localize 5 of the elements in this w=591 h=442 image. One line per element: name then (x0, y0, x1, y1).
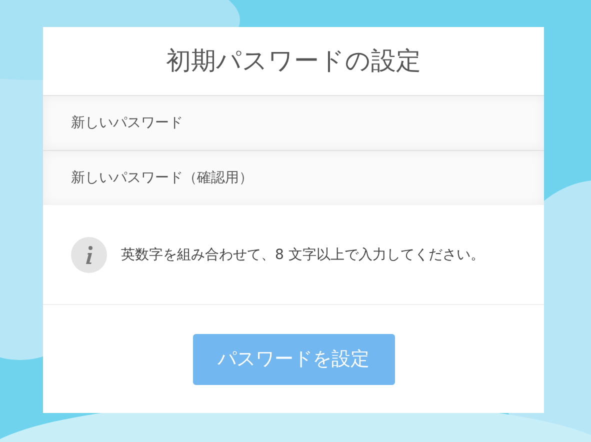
info-icon (71, 236, 107, 272)
password-field[interactable]: 新しいパスワード（確認用） (43, 150, 544, 205)
password-field[interactable]: 新しいパスワード (43, 95, 544, 150)
password-hint: 英数字を組み合わせて、8 文字以上で入力してください。 (121, 246, 486, 264)
page-title: 初期パスワードの設定 (165, 45, 422, 78)
